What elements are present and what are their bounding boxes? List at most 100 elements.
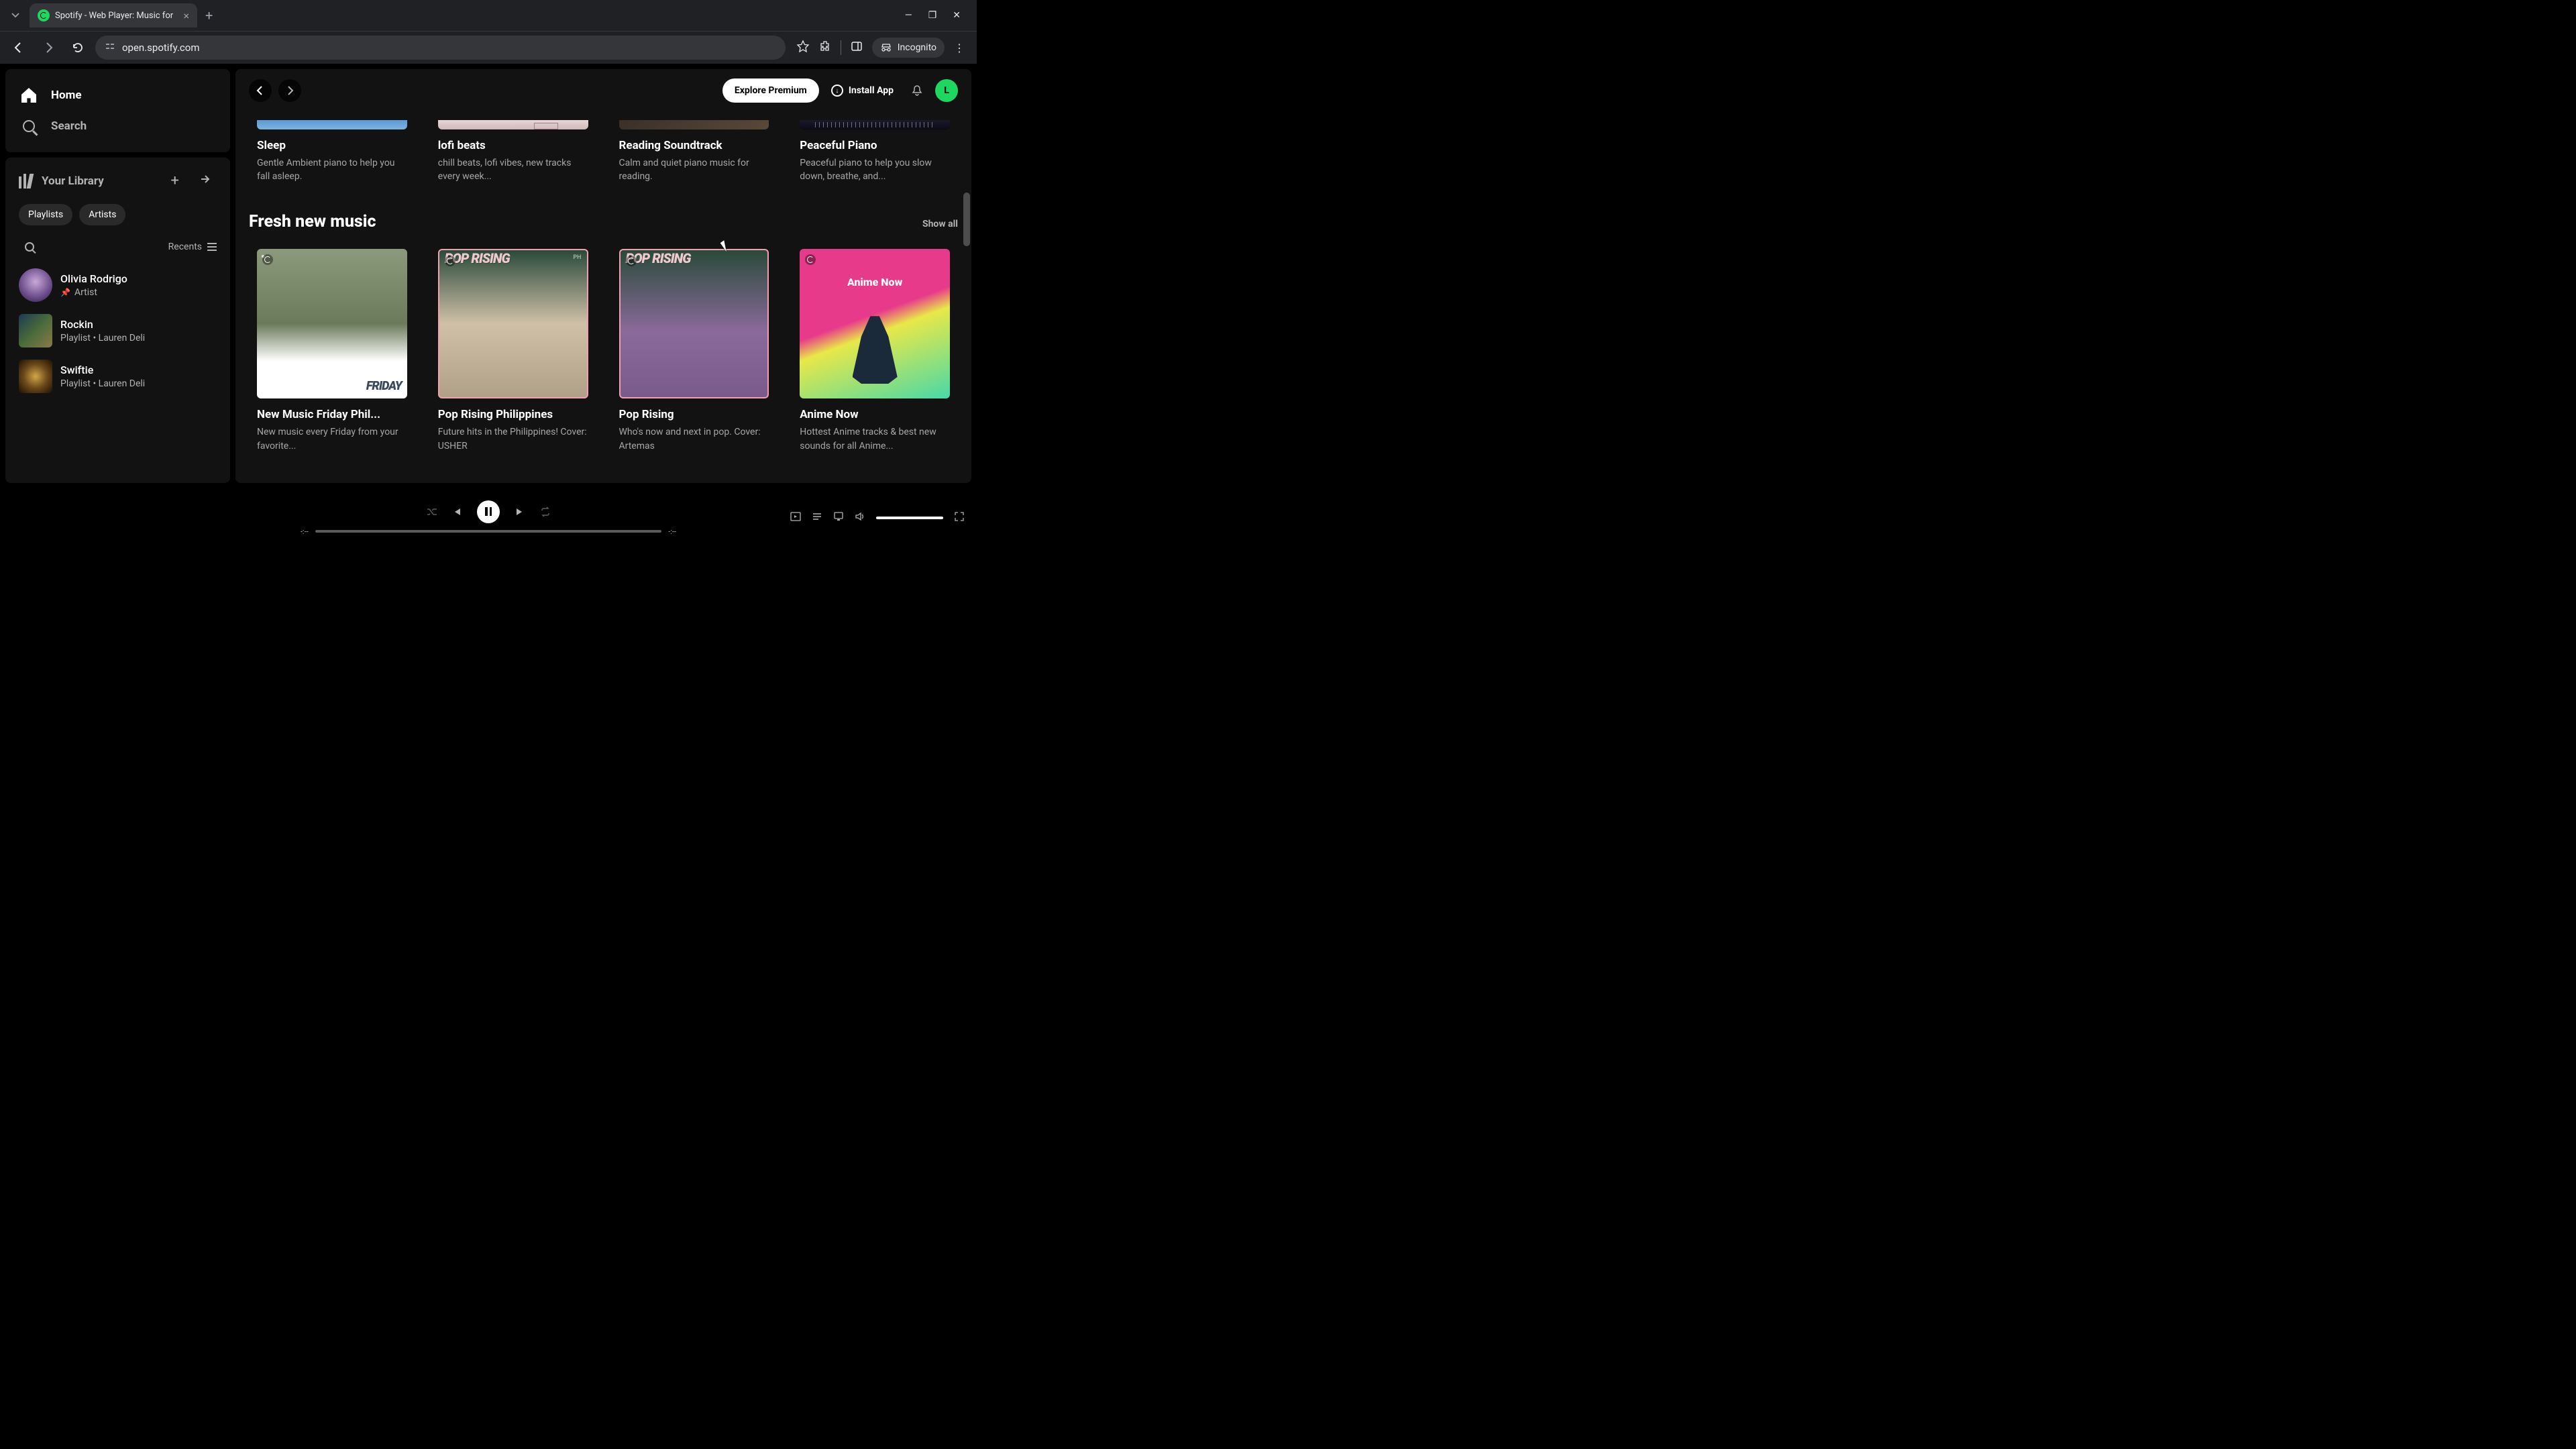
browser-back-button[interactable] bbox=[7, 36, 31, 60]
volume-button[interactable] bbox=[855, 511, 865, 525]
library-title[interactable]: Your Library bbox=[42, 174, 156, 188]
nav-search[interactable]: Search bbox=[16, 111, 219, 142]
playlist-cover bbox=[257, 120, 407, 129]
connect-device-button[interactable] bbox=[833, 511, 844, 525]
app-forward-button[interactable] bbox=[278, 79, 301, 102]
card-pop-rising-ph[interactable]: Pop Rising Philippines Future hits in th… bbox=[430, 241, 596, 461]
nav-home[interactable]: Home bbox=[16, 80, 219, 111]
section-title[interactable]: Fresh new music bbox=[249, 212, 376, 231]
search-icon bbox=[25, 242, 34, 252]
previous-track-button[interactable] bbox=[451, 506, 462, 517]
spotify-app: Home Search Your Library + Playlist bbox=[0, 64, 977, 547]
card-reading-soundtrack[interactable]: Reading Soundtrack Calm and quiet piano … bbox=[611, 112, 777, 192]
tab-close-icon[interactable]: × bbox=[183, 9, 189, 22]
extensions-icon[interactable] bbox=[819, 40, 831, 55]
incognito-badge[interactable]: Incognito bbox=[872, 38, 945, 58]
library-item-swiftie[interactable]: Swiftie Playlist • Lauren Deli bbox=[16, 356, 219, 397]
browser-menu-icon[interactable]: ⋮ bbox=[954, 42, 965, 54]
site-settings-icon[interactable] bbox=[105, 41, 115, 54]
shuffle-button[interactable] bbox=[426, 506, 437, 517]
artist-avatar bbox=[19, 268, 52, 302]
elapsed-time: -:-- bbox=[301, 527, 309, 536]
search-icon bbox=[20, 117, 38, 135]
play-pause-button[interactable] bbox=[477, 500, 500, 523]
sidebar: Home Search Your Library + Playlist bbox=[5, 69, 230, 483]
library-search-button[interactable] bbox=[19, 236, 40, 258]
browser-reload-button[interactable] bbox=[66, 36, 90, 60]
card-pop-rising[interactable]: Pop Rising Who's now and next in pop. Co… bbox=[611, 241, 777, 461]
browser-chrome: Spotify - Web Player: Music for × + — ❐ … bbox=[0, 0, 977, 64]
incognito-label: Incognito bbox=[898, 42, 936, 53]
notifications-button[interactable] bbox=[906, 79, 928, 102]
main-scroll-area[interactable]: Sleep Gentle Ambient piano to help you f… bbox=[235, 112, 971, 483]
now-playing-view-button[interactable] bbox=[790, 511, 801, 525]
playlist-cover bbox=[800, 120, 950, 129]
library-item-sub: 📌 Artist bbox=[60, 287, 127, 298]
card-desc: New music every Friday from your favorit… bbox=[257, 425, 407, 453]
card-lofi-beats[interactable]: lofi beats chill beats, lofi vibes, new … bbox=[430, 112, 596, 192]
card-title: lofi beats bbox=[438, 139, 588, 152]
volume-slider[interactable] bbox=[876, 517, 943, 519]
section-focus-partial: Sleep Gentle Ambient piano to help you f… bbox=[249, 112, 958, 192]
playlist-cover bbox=[619, 249, 769, 399]
card-sleep[interactable]: Sleep Gentle Ambient piano to help you f… bbox=[249, 112, 415, 192]
chip-playlists[interactable]: Playlists bbox=[19, 204, 72, 225]
home-icon bbox=[20, 87, 38, 104]
library-sort-button[interactable]: Recents bbox=[168, 241, 217, 252]
library-item-name: Olivia Rodrigo bbox=[60, 272, 127, 285]
explore-premium-button[interactable]: Explore Premium bbox=[722, 78, 819, 103]
playlist-cover bbox=[438, 120, 588, 129]
browser-forward-button[interactable] bbox=[36, 36, 60, 60]
library-create-button[interactable]: + bbox=[166, 170, 184, 192]
scrollbar-thumb[interactable] bbox=[963, 193, 970, 246]
minimize-button[interactable]: — bbox=[905, 10, 912, 21]
card-peaceful-piano[interactable]: Peaceful Piano Peaceful piano to help yo… bbox=[792, 112, 958, 192]
download-icon: ↓ bbox=[831, 85, 843, 97]
side-panel-icon[interactable] bbox=[851, 40, 863, 55]
repeat-button[interactable] bbox=[540, 506, 551, 517]
card-desc: Future hits in the Philippines! Cover: U… bbox=[438, 425, 588, 453]
fullscreen-button[interactable] bbox=[954, 511, 965, 525]
section-header-fresh: Fresh new music Show all bbox=[249, 212, 958, 231]
card-title: Peaceful Piano bbox=[800, 139, 950, 152]
library-expand-button[interactable] bbox=[194, 170, 217, 192]
chip-artists[interactable]: Artists bbox=[79, 204, 125, 225]
main-content: Explore Premium ↓ Install App L Sleep Ge… bbox=[235, 69, 971, 483]
playlist-cover bbox=[800, 249, 950, 399]
card-title: Anime Now bbox=[800, 408, 950, 421]
tab-search-dropdown[interactable] bbox=[5, 5, 25, 25]
close-window-button[interactable]: ✕ bbox=[953, 10, 961, 21]
maximize-button[interactable]: ❐ bbox=[928, 10, 937, 21]
card-title: Reading Soundtrack bbox=[619, 139, 769, 152]
playlist-cover bbox=[257, 249, 407, 399]
total-time: -:-- bbox=[668, 527, 676, 536]
pause-icon bbox=[485, 507, 492, 516]
card-desc: chill beats, lofi vibes, new tracks ever… bbox=[438, 156, 588, 184]
show-all-link[interactable]: Show all bbox=[922, 219, 958, 229]
queue-button[interactable] bbox=[812, 511, 822, 525]
card-title: New Music Friday Phil... bbox=[257, 408, 407, 421]
install-app-button[interactable]: ↓ Install App bbox=[826, 85, 899, 97]
card-desc: Peaceful piano to help you slow down, br… bbox=[800, 156, 950, 184]
tab-bar: Spotify - Web Player: Music for × + — ❐ … bbox=[0, 0, 977, 31]
card-new-music-friday[interactable]: New Music Friday Phil... New music every… bbox=[249, 241, 415, 461]
browser-tab[interactable]: Spotify - Web Player: Music for × bbox=[30, 3, 197, 28]
spotify-badge-icon bbox=[626, 256, 637, 266]
card-anime-now[interactable]: Anime Now Hottest Anime tracks & best ne… bbox=[792, 241, 958, 461]
card-title: Sleep bbox=[257, 139, 407, 152]
player-right-controls bbox=[679, 511, 965, 525]
new-tab-button[interactable]: + bbox=[205, 7, 213, 23]
next-track-button[interactable] bbox=[515, 506, 525, 517]
user-avatar[interactable]: L bbox=[935, 79, 958, 102]
library-item-rockin[interactable]: Rockin Playlist • Lauren Deli bbox=[16, 310, 219, 352]
library-item-olivia[interactable]: Olivia Rodrigo 📌 Artist bbox=[16, 264, 219, 306]
library-item-sub: Playlist • Lauren Deli bbox=[60, 333, 145, 343]
library-icon[interactable] bbox=[19, 174, 32, 189]
app-back-button[interactable] bbox=[249, 79, 272, 102]
install-app-label: Install App bbox=[849, 85, 894, 96]
progress-track[interactable] bbox=[315, 530, 661, 533]
bookmark-star-icon[interactable] bbox=[796, 40, 810, 56]
address-bar[interactable]: open.spotify.com bbox=[95, 36, 786, 60]
spotify-badge-icon bbox=[805, 254, 816, 265]
main-header: Explore Premium ↓ Install App L bbox=[235, 69, 971, 112]
